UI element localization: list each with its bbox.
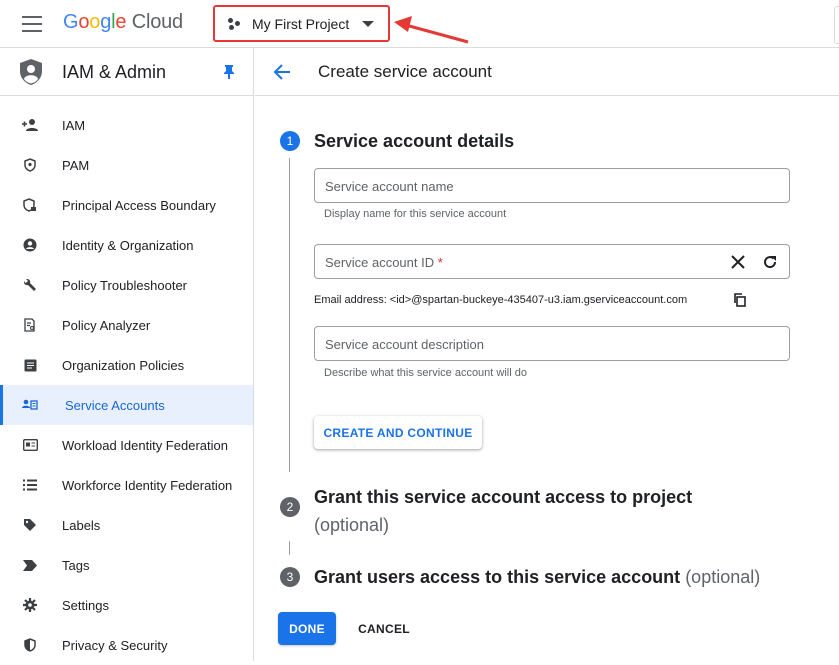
sidebar-item-labels[interactable]: Labels: [0, 505, 253, 545]
shield-icon: [22, 157, 38, 173]
done-button[interactable]: DONE: [278, 612, 336, 645]
person-add-icon: [22, 117, 38, 133]
cancel-button[interactable]: CANCEL: [348, 612, 420, 645]
step-1-title: Service account details: [314, 131, 515, 151]
gear-icon: [22, 597, 38, 613]
create-and-continue-button[interactable]: CREATE AND CONTINUE: [314, 416, 482, 449]
sidebar: IAM & Admin IAM PAM Principal Access Bou…: [0, 48, 254, 661]
sidebar-item-identity-organization[interactable]: Identity & Organization: [0, 225, 253, 265]
shield-lock-icon: [22, 197, 38, 213]
copy-icon[interactable]: [733, 293, 747, 307]
sidebar-item-tags[interactable]: Tags: [0, 545, 253, 585]
service-account-description-input[interactable]: Service account description: [314, 326, 790, 361]
sidebar-title: IAM & Admin: [62, 62, 167, 82]
service-account-name-input[interactable]: Service account name: [314, 168, 790, 203]
sidebar-item-privacy-security[interactable]: Privacy & Security: [0, 625, 253, 665]
chevron-down-icon: [362, 20, 375, 27]
step-3-title[interactable]: Grant users access to this service accou…: [314, 567, 760, 588]
id-card-icon: [22, 437, 38, 453]
page-title: Create service account: [318, 62, 492, 81]
step-1-number: 1: [280, 131, 300, 151]
back-arrow-icon[interactable]: [273, 63, 291, 81]
service-account-icon: [22, 397, 38, 413]
close-icon[interactable]: [730, 254, 746, 270]
sidebar-item-workforce-identity-federation[interactable]: Workforce Identity Federation: [0, 465, 253, 505]
sidebar-item-service-accounts[interactable]: Service Accounts: [0, 385, 253, 425]
label-arrow-icon: [22, 557, 38, 573]
service-account-id-input[interactable]: Service account ID *: [314, 244, 790, 279]
sidebar-item-policy-analyzer[interactable]: Policy Analyzer: [0, 305, 253, 345]
sidebar-header: IAM & Admin: [0, 48, 253, 96]
account-circle-icon: [22, 237, 38, 253]
step-2-title[interactable]: Grant this service account access to pro…: [314, 483, 734, 539]
sidebar-item-iam[interactable]: IAM: [0, 105, 253, 145]
project-picker[interactable]: My First Project: [213, 5, 390, 42]
refresh-icon[interactable]: [762, 254, 778, 270]
menu-icon[interactable]: [22, 16, 42, 32]
document-search-icon: [22, 317, 38, 333]
pin-icon[interactable]: [223, 65, 235, 79]
search-box-edge[interactable]: [834, 6, 839, 44]
annotation-arrow-icon: [394, 16, 469, 44]
step-3-number: 3: [280, 567, 300, 587]
step-connector: [289, 158, 290, 472]
page-header: Create service account: [255, 48, 839, 96]
email-address: Email address: <id>@spartan-buckeye-4354…: [314, 294, 688, 306]
google-cloud-logo[interactable]: Google Cloud: [63, 11, 183, 34]
sidebar-item-workload-identity-federation[interactable]: Workload Identity Federation: [0, 425, 253, 465]
iam-shield-icon: [20, 59, 42, 85]
sidebar-item-principal-access-boundary[interactable]: Principal Access Boundary: [0, 185, 253, 225]
name-hint: Display name for this service account: [324, 208, 507, 220]
sidebar-item-pam[interactable]: PAM: [0, 145, 253, 185]
description-hint: Describe what this service account will …: [324, 367, 527, 379]
list-box-icon: [22, 357, 38, 373]
step-connector: [289, 541, 290, 555]
sidebar-item-organization-policies[interactable]: Organization Policies: [0, 345, 253, 385]
step-2-number: 2: [280, 497, 300, 517]
sidebar-item-settings[interactable]: Settings: [0, 585, 253, 625]
project-icon: [228, 17, 242, 31]
wrench-icon: [22, 277, 38, 293]
list-icon: [22, 477, 38, 493]
tag-icon: [22, 517, 38, 533]
sidebar-item-policy-troubleshooter[interactable]: Policy Troubleshooter: [0, 265, 253, 305]
project-name: My First Project: [252, 15, 350, 32]
top-bar: Google Cloud My First Project: [0, 0, 839, 48]
main-content: Create service account 1 Service account…: [255, 48, 839, 661]
shield-half-icon: [22, 637, 38, 653]
